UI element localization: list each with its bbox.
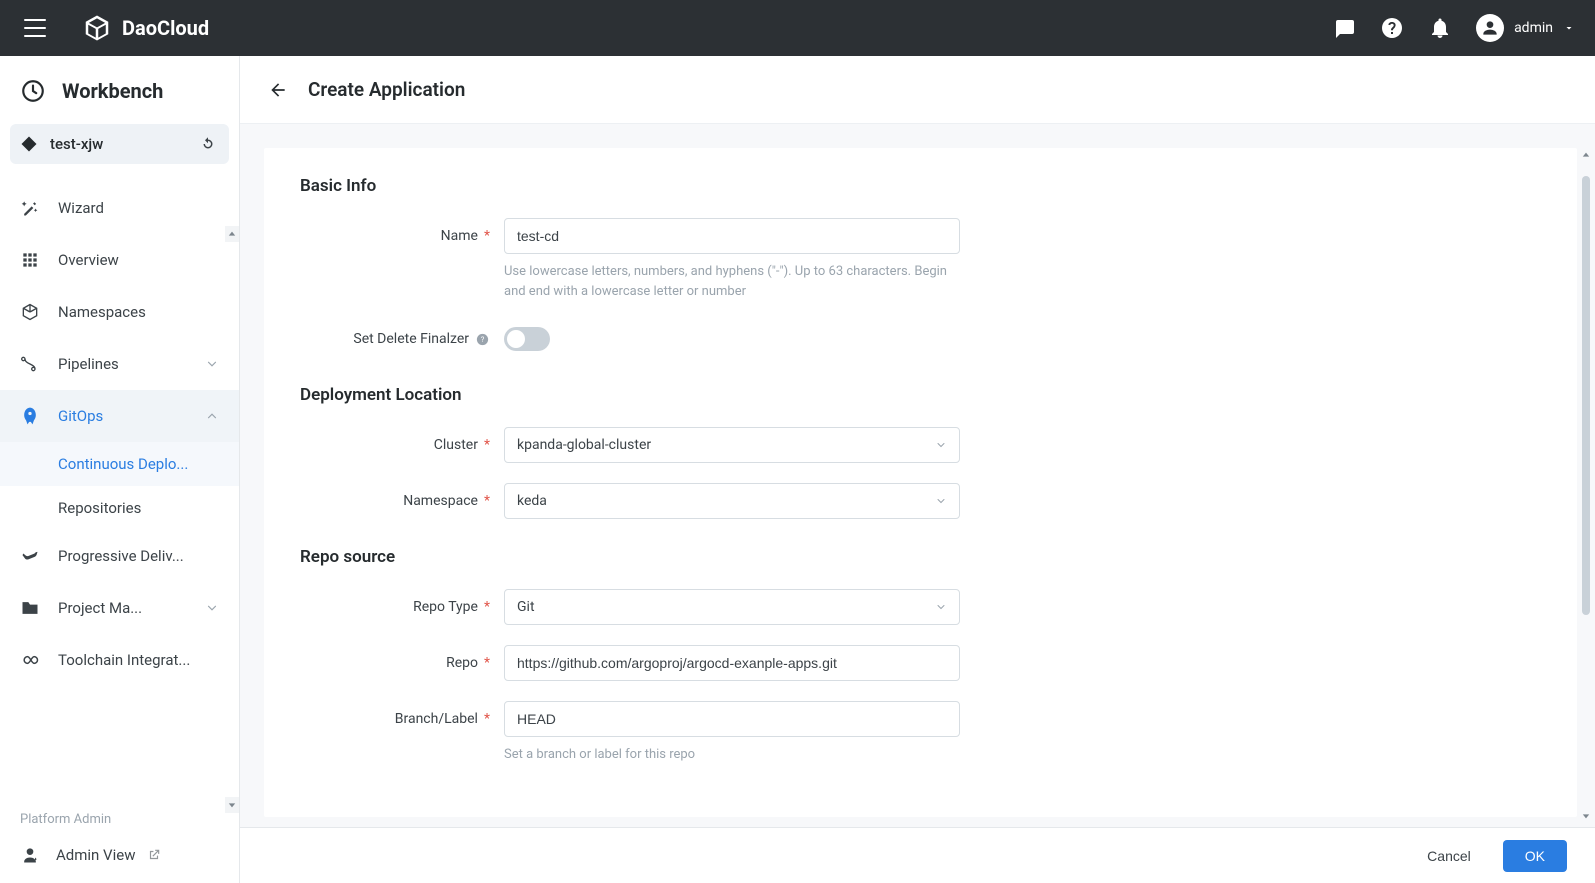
cube-icon	[20, 302, 40, 322]
sidebar-item-project-management[interactable]: Project Ma...	[0, 582, 239, 634]
form-footer: Cancel OK	[240, 827, 1595, 883]
diamond-icon	[20, 135, 38, 153]
branch-hint: Set a branch or label for this repo	[504, 745, 960, 765]
label-repo: Repo*	[300, 645, 504, 681]
sidebar-scrollbar[interactable]	[225, 226, 239, 813]
avatar-icon	[1476, 14, 1504, 42]
chevron-up-icon	[205, 409, 219, 423]
infinity-icon	[20, 650, 40, 670]
logo-icon	[82, 13, 112, 43]
sidebar-sub-repositories[interactable]: Repositories	[0, 486, 239, 530]
sidebar-item-toolchain[interactable]: Toolchain Integrat...	[0, 634, 239, 686]
cluster-select[interactable]: kpanda-global-cluster	[504, 427, 960, 463]
sidebar-item-progressive-delivery[interactable]: Progressive Deliv...	[0, 530, 239, 582]
label-cluster: Cluster*	[300, 427, 504, 463]
page-title: Create Application	[308, 78, 465, 101]
content-scrollbar[interactable]	[1579, 148, 1593, 823]
branch-input[interactable]	[504, 701, 960, 737]
sidebar-title: Workbench	[0, 56, 239, 124]
user-name: admin	[1514, 20, 1553, 36]
namespace-select[interactable]: keda	[504, 483, 960, 519]
admin-user-icon	[20, 845, 40, 865]
name-hint: Use lowercase letters, numbers, and hyph…	[504, 262, 960, 301]
label-branch: Branch/Label*	[300, 701, 504, 737]
chevron-down-icon	[935, 495, 947, 507]
sidebar-item-wizard[interactable]: Wizard	[0, 182, 239, 234]
project-name: test-xjw	[50, 135, 103, 153]
chevron-down-icon	[935, 439, 947, 451]
section-basic-info: Basic Info Name* Use lowercase letters, …	[300, 176, 1541, 357]
svg-text:?: ?	[481, 335, 485, 344]
page-header: Create Application	[240, 56, 1595, 124]
folder-icon	[20, 598, 40, 618]
section-repo-source: Repo source Repo Type* Git	[300, 547, 1541, 765]
refresh-icon[interactable]	[199, 135, 217, 153]
help-icon[interactable]	[1380, 16, 1404, 40]
project-selector[interactable]: test-xjw	[10, 124, 229, 164]
sidebar: Workbench test-xjw Wizard Overview Na	[0, 56, 240, 883]
app-header: DaoCloud admin	[0, 0, 1595, 56]
hamburger-menu-icon[interactable]	[24, 19, 46, 37]
section-title-deploy: Deployment Location	[300, 385, 1541, 405]
ok-button[interactable]: OK	[1503, 840, 1567, 872]
sidebar-item-gitops[interactable]: GitOps	[0, 390, 239, 442]
chat-icon[interactable]	[1332, 16, 1356, 40]
main-content: Create Application Basic Info Name*	[240, 56, 1595, 883]
sidebar-nav: Wizard Overview Namespaces Pipelines	[0, 178, 239, 798]
bird-icon	[20, 546, 40, 566]
label-name: Name*	[300, 218, 504, 254]
magic-wand-icon	[20, 198, 40, 218]
sidebar-item-pipelines[interactable]: Pipelines	[0, 338, 239, 390]
rocket-icon	[20, 406, 40, 426]
grid-icon	[20, 250, 40, 270]
sidebar-footer: Platform Admin Admin View	[0, 798, 239, 883]
pipeline-icon	[20, 354, 40, 374]
admin-view-link[interactable]: Admin View	[20, 845, 219, 865]
sidebar-sub-continuous-deployment[interactable]: Continuous Deplo...	[0, 442, 239, 486]
user-menu[interactable]: admin	[1476, 14, 1575, 42]
section-title-basic: Basic Info	[300, 176, 1541, 196]
external-link-icon	[147, 848, 161, 862]
label-namespace: Namespace*	[300, 483, 504, 519]
platform-admin-label: Platform Admin	[20, 812, 219, 827]
repo-input[interactable]	[504, 645, 960, 681]
chevron-down-icon	[205, 601, 219, 615]
name-input[interactable]	[504, 218, 960, 254]
sidebar-item-namespaces[interactable]: Namespaces	[0, 286, 239, 338]
finalizer-toggle[interactable]	[504, 327, 550, 351]
brand-logo[interactable]: DaoCloud	[82, 13, 209, 43]
form-panel: Basic Info Name* Use lowercase letters, …	[264, 148, 1577, 817]
label-repo-type: Repo Type*	[300, 589, 504, 625]
back-arrow-icon[interactable]	[268, 80, 288, 100]
help-hint-icon[interactable]: ?	[475, 332, 490, 347]
sidebar-item-overview[interactable]: Overview	[0, 234, 239, 286]
chevron-down-icon	[1563, 22, 1575, 34]
cancel-button[interactable]: Cancel	[1415, 840, 1483, 872]
section-title-repo: Repo source	[300, 547, 1541, 567]
workbench-icon	[20, 78, 46, 104]
brand-name: DaoCloud	[122, 16, 209, 40]
label-finalizer: Set Delete Finalzer ?	[300, 321, 504, 357]
repo-type-select[interactable]: Git	[504, 589, 960, 625]
chevron-down-icon	[205, 357, 219, 371]
section-deployment-location: Deployment Location Cluster* kpanda-glob…	[300, 385, 1541, 519]
chevron-down-icon	[935, 601, 947, 613]
bell-icon[interactable]	[1428, 16, 1452, 40]
